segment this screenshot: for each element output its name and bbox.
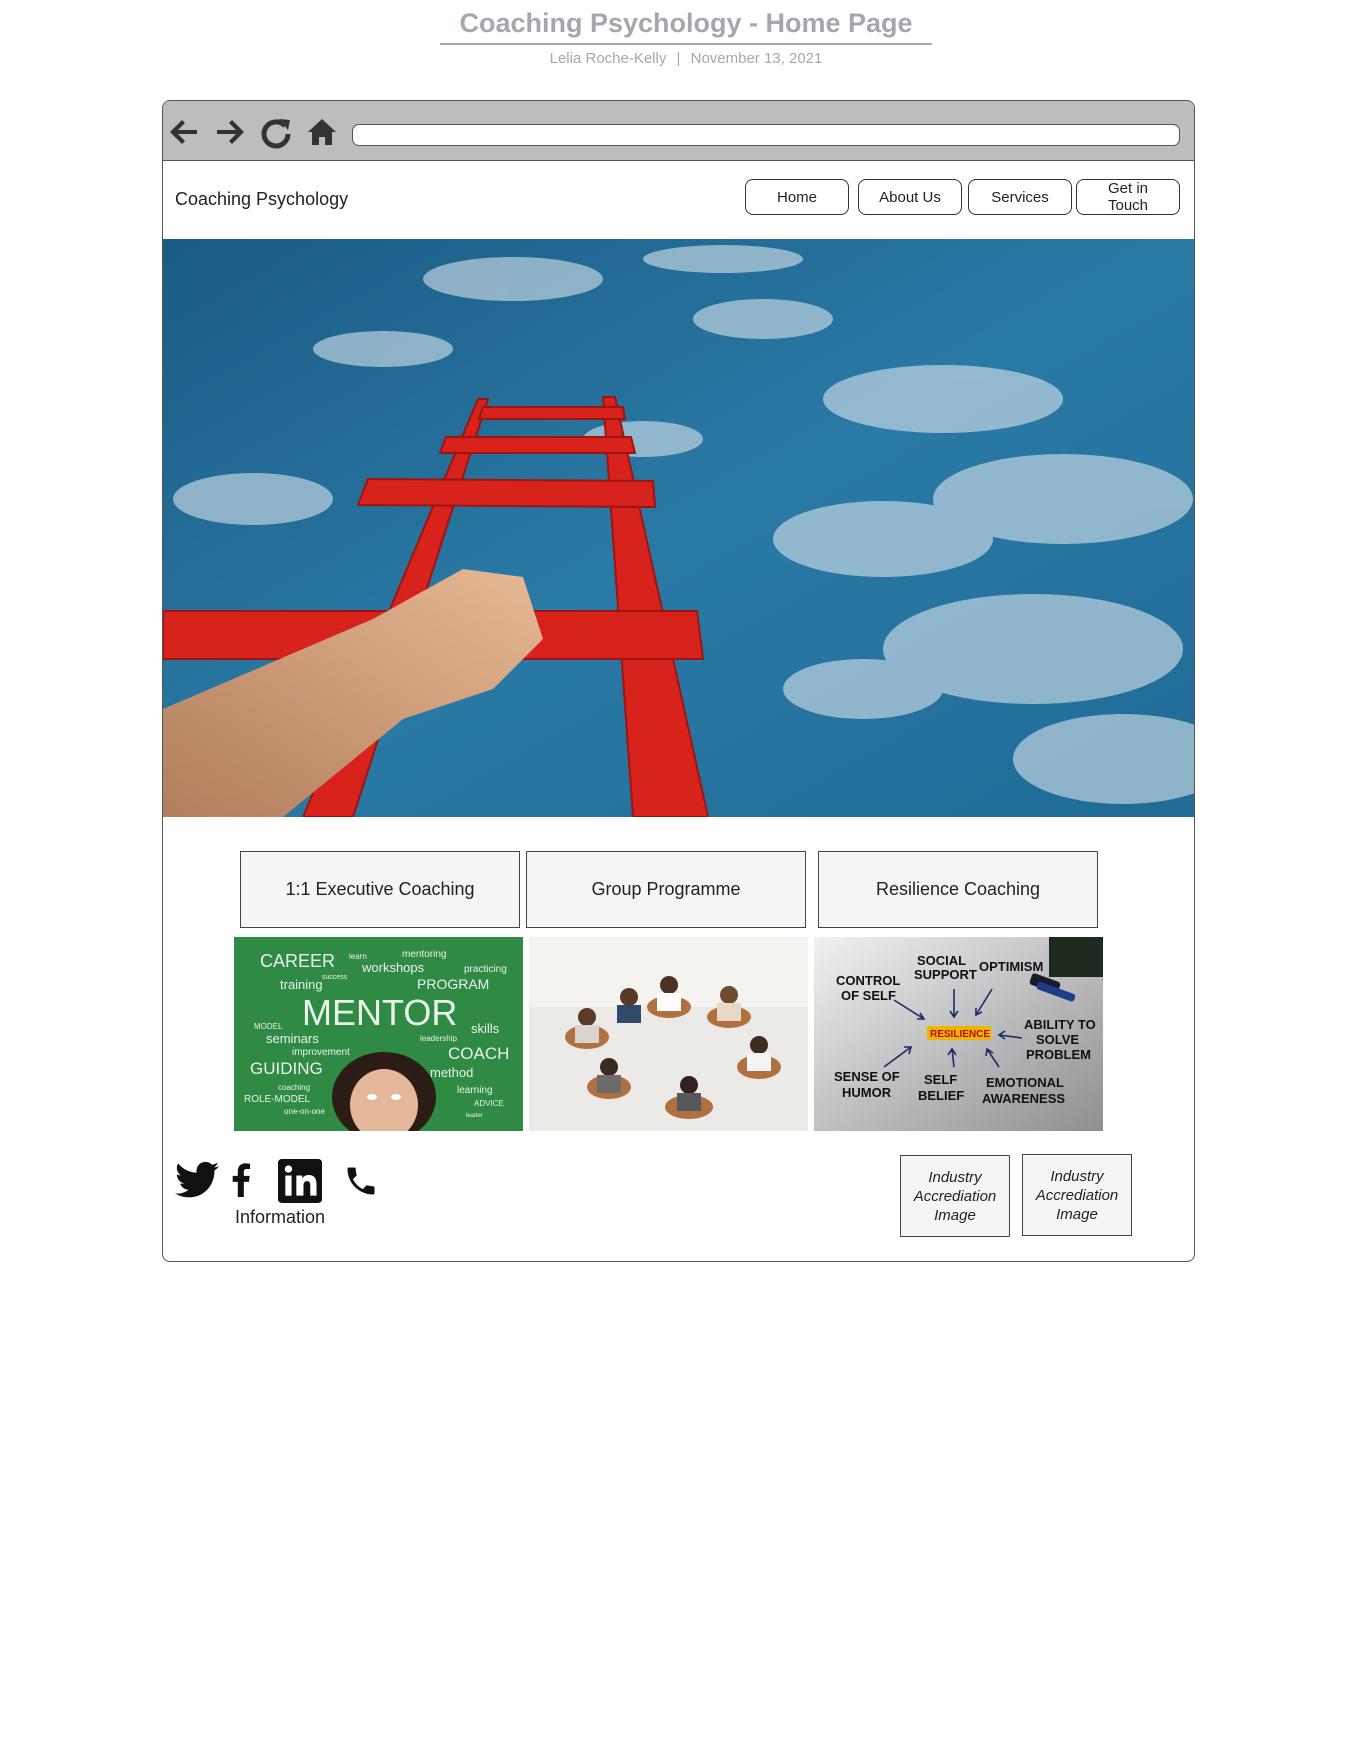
nav-about-button[interactable]: About Us [858, 179, 962, 215]
res-word: CONTROL [836, 973, 900, 988]
twitter-icon[interactable] [175, 1161, 219, 1204]
mentor-word: mentoring [402, 949, 446, 960]
mentor-word: COACH [448, 1044, 509, 1063]
res-word: BELIEF [918, 1088, 964, 1103]
mentor-word: MENTOR [302, 992, 457, 1033]
service-executive-button[interactable]: 1:1 Executive Coaching [240, 851, 520, 928]
mentor-word: ROLE-MODEL [244, 1094, 311, 1105]
res-word: RESILIENCE [930, 1029, 990, 1040]
mentor-word: learning [457, 1085, 493, 1096]
refresh-icon[interactable] [259, 115, 293, 149]
nav-services-button[interactable]: Services [968, 179, 1072, 215]
res-word: EMOTIONAL [986, 1075, 1064, 1090]
group-circle-image [529, 937, 808, 1131]
res-word: ABILITY TO [1024, 1017, 1096, 1032]
hero-image [163, 239, 1194, 817]
page-title: Coaching Psychology - Home Page [440, 8, 932, 45]
accreditation-image-2: Industry Accrediation Image [1022, 1154, 1132, 1236]
mentor-word: method [430, 1065, 473, 1080]
mentor-word: leadership [420, 1034, 457, 1043]
home-icon[interactable] [305, 115, 339, 149]
res-word: OF SELF [841, 988, 896, 1003]
mentor-word: leader [466, 1113, 483, 1119]
service-resilience-button[interactable]: Resilience Coaching [818, 851, 1098, 928]
mentor-word: one-on-one [284, 1107, 325, 1116]
mentor-word: seminars [266, 1031, 319, 1046]
res-word: PROBLEM [1026, 1047, 1091, 1062]
mentor-word: workshops [361, 960, 425, 975]
back-arrow-icon[interactable] [167, 115, 201, 149]
linkedin-icon[interactable] [278, 1159, 322, 1208]
service-group-button[interactable]: Group Programme [526, 851, 806, 928]
phone-icon[interactable] [343, 1163, 379, 1204]
mentor-chalkboard-image: CAREER learn mentoring workshops success… [234, 937, 523, 1131]
doc-meta: Lelia Roche-Kelly | November 13, 2021 [440, 50, 932, 67]
res-word: OPTIMISM [979, 959, 1043, 974]
res-word: SENSE OF [834, 1069, 900, 1084]
res-word: SUPPORT [914, 967, 977, 982]
date: November 13, 2021 [690, 50, 823, 67]
mentor-word: improvement [292, 1047, 350, 1058]
nav-contact-button[interactable]: Get in Touch [1076, 179, 1180, 215]
url-input[interactable] [352, 124, 1180, 146]
res-word: SOLVE [1036, 1032, 1079, 1047]
facebook-icon[interactable] [231, 1163, 251, 1202]
mentor-word: success [322, 974, 348, 981]
mentor-word: skills [471, 1021, 500, 1036]
site-name: Coaching Psychology [175, 189, 349, 209]
res-word: SELF [924, 1072, 957, 1087]
information-link[interactable]: Information [235, 1207, 325, 1228]
mentor-word: practicing [464, 964, 507, 975]
mentor-word: coaching [278, 1083, 310, 1092]
res-word: AWARENESS [982, 1091, 1065, 1106]
mentor-word: ADVICE [474, 1099, 504, 1108]
meta-separator: | [676, 50, 681, 67]
nav-home-button[interactable]: Home [745, 179, 849, 215]
res-word: SOCIAL [917, 953, 966, 968]
mentor-word: MODEL [254, 1022, 283, 1031]
resilience-diagram-image: SOCIAL SUPPORT OPTIMISM CONTROL OF SELF … [814, 937, 1103, 1131]
res-word: HUMOR [842, 1085, 892, 1100]
browser-window: Coaching Psychology Home About Us Servic… [162, 100, 1195, 1262]
forward-arrow-icon[interactable] [213, 115, 247, 149]
browser-toolbar [163, 101, 1194, 161]
accreditation-image-1: Industry Accrediation Image [900, 1155, 1010, 1237]
author: Lelia Roche-Kelly [549, 50, 667, 67]
mentor-word: CAREER [260, 951, 335, 971]
mentor-word: PROGRAM [417, 976, 489, 992]
mentor-word: training [280, 977, 323, 992]
mentor-word: GUIDING [250, 1059, 323, 1078]
